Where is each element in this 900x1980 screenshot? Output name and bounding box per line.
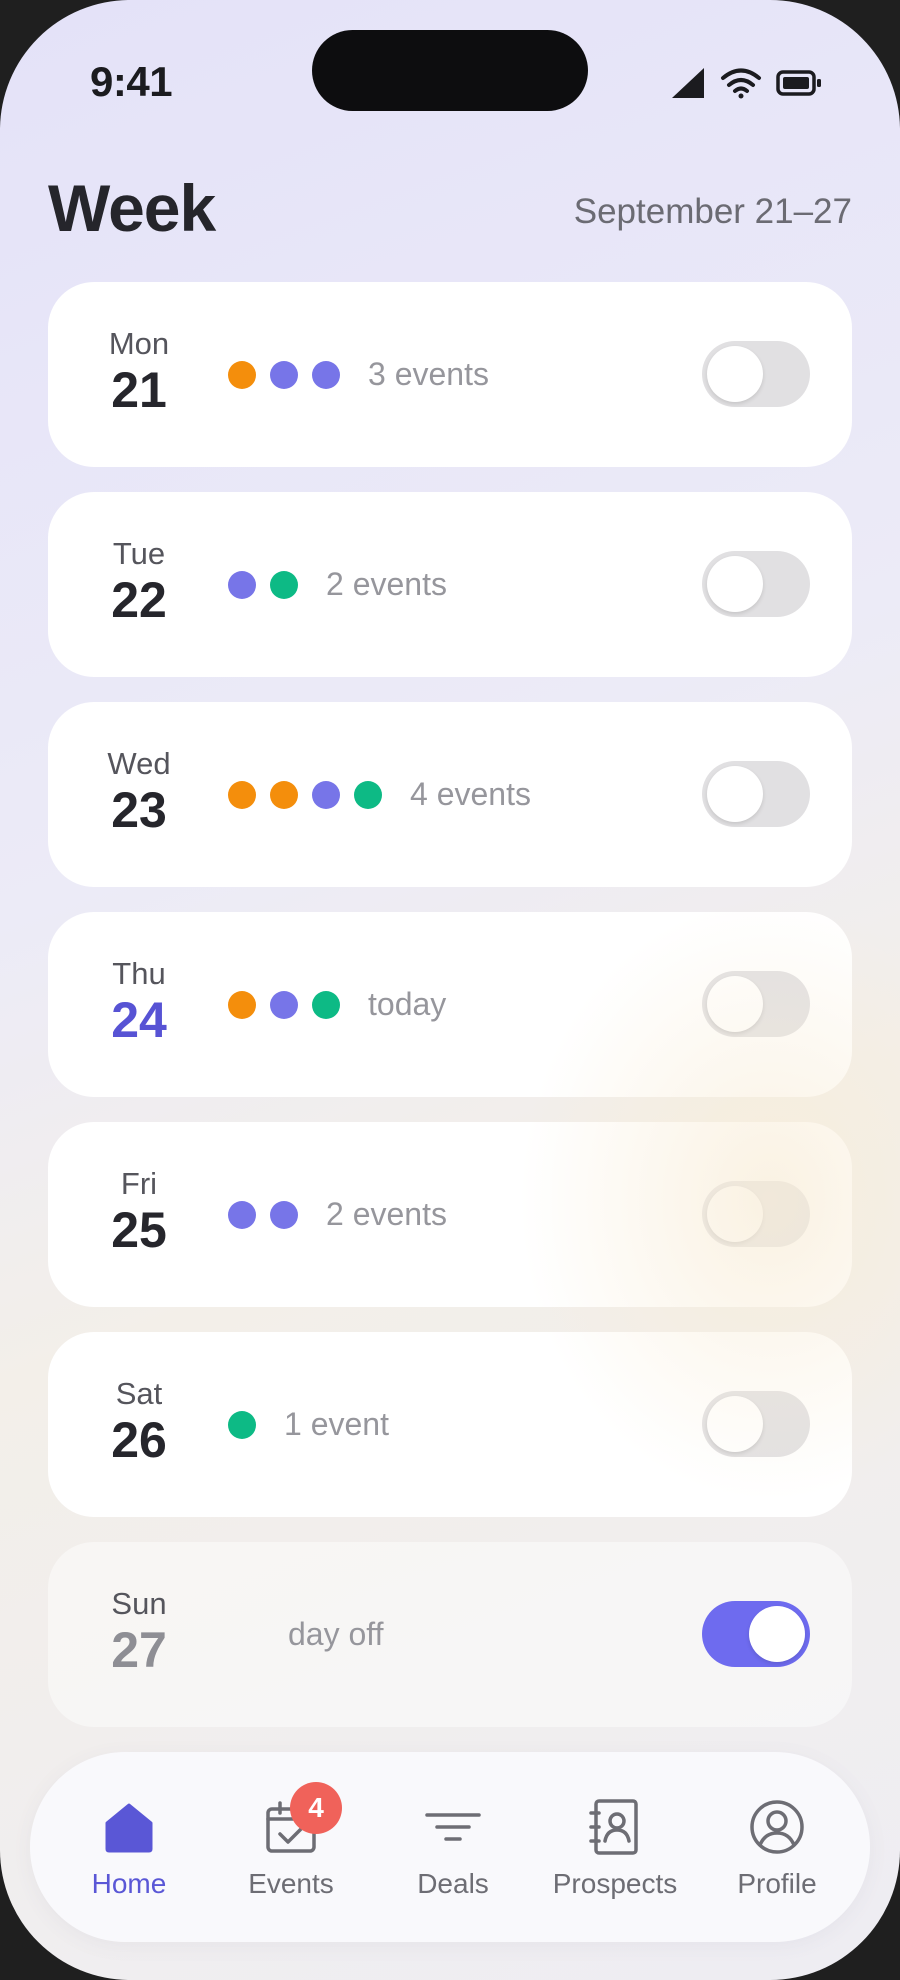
day-events: 2 events [228, 492, 447, 677]
status-bar: 9:41 [0, 0, 900, 150]
day-card-fri[interactable]: Fri 25 2 events [48, 1122, 852, 1307]
toggle-knob [707, 1396, 763, 1452]
day-name: Mon [108, 326, 170, 361]
event-summary: today [368, 986, 447, 1022]
event-summary: 1 event [284, 1406, 389, 1442]
event-dot-green [270, 570, 298, 599]
day-events: today [228, 912, 446, 1097]
event-dot-orange [228, 780, 256, 809]
day-card-wed[interactable]: Wed 23 4 events [48, 702, 852, 887]
tab-label: Profile [737, 1868, 817, 1899]
day-label: Sun 27 [88, 1586, 190, 1678]
event-dot-orange [228, 360, 256, 389]
page-title: Week [48, 171, 216, 245]
event-summary: day off [288, 1616, 384, 1652]
event-dot-purple [312, 360, 340, 389]
tab-deals[interactable]: Deals [372, 1752, 534, 1942]
event-dot-purple [270, 990, 298, 1019]
home-icon [99, 1797, 159, 1857]
day-events: 3 events [228, 282, 489, 467]
toggle-knob [707, 976, 763, 1032]
status-time: 9:41 [90, 58, 173, 105]
day-toggle[interactable] [702, 1601, 810, 1667]
contact-book-icon [585, 1797, 645, 1857]
event-dot-purple [270, 360, 298, 389]
day-toggle[interactable] [702, 551, 810, 617]
day-toggle[interactable] [702, 1181, 810, 1247]
tab-profile[interactable]: Profile [696, 1752, 858, 1942]
day-name: Sun [111, 1586, 167, 1621]
toggle-knob [707, 1186, 763, 1242]
tab-bar: Home Events 4 Deals Prospects Profile [30, 1752, 870, 1942]
day-card-thu[interactable]: Thu 24 today [48, 912, 852, 1097]
day-number: 25 [111, 1202, 167, 1258]
event-dot-orange [228, 990, 256, 1019]
day-toggle[interactable] [702, 341, 810, 407]
event-summary: 4 events [410, 776, 531, 812]
event-dot-purple [228, 570, 256, 599]
event-dot-green [354, 780, 382, 809]
page-header: Week September 21–27 [48, 170, 852, 270]
day-name: Fri [120, 1166, 158, 1201]
day-toggle[interactable] [702, 971, 810, 1037]
day-label: Sat 26 [88, 1376, 190, 1468]
toggle-knob [749, 1606, 805, 1662]
wifi-icon [720, 67, 762, 99]
event-dot-purple [228, 1200, 256, 1229]
day-list: Mon 21 3 events Tue 22 2 events Wed 23 4 events T… [48, 282, 852, 1752]
event-dot-orange [270, 780, 298, 809]
day-number: 27 [111, 1622, 167, 1678]
event-summary: 2 events [326, 1196, 447, 1232]
day-events: day off [228, 1542, 383, 1727]
dynamic-island [312, 30, 588, 111]
status-icons [670, 66, 822, 100]
day-number: 23 [111, 782, 167, 838]
day-label: Tue 22 [88, 536, 190, 628]
day-card-tue[interactable]: Tue 22 2 events [48, 492, 852, 677]
day-name: Tue [112, 536, 166, 571]
day-label: Thu 24 [88, 956, 190, 1048]
day-toggle[interactable] [702, 1391, 810, 1457]
day-events: 2 events [228, 1122, 447, 1307]
day-number: 24 [111, 992, 167, 1048]
battery-icon [776, 69, 822, 97]
day-label: Fri 25 [88, 1166, 190, 1258]
day-card-sun[interactable]: Sun 27 day off [48, 1542, 852, 1727]
date-range: September 21–27 [573, 192, 852, 231]
day-events: 1 event [228, 1332, 389, 1517]
day-name: Sat [115, 1376, 163, 1411]
toggle-knob [707, 346, 763, 402]
cellular-signal-icon [670, 66, 706, 100]
day-label: Mon 21 [88, 326, 190, 418]
profile-icon [747, 1797, 807, 1857]
day-card-sat[interactable]: Sat 26 1 event [48, 1332, 852, 1517]
tab-prospects[interactable]: Prospects [534, 1752, 696, 1942]
day-name: Thu [112, 956, 166, 991]
day-number: 26 [111, 1412, 167, 1468]
day-events: 4 events [228, 702, 531, 887]
phone-screen: 9:41 Week September 21–27 Mon 21 3 event… [0, 0, 900, 1980]
event-dot-green [228, 1410, 256, 1439]
toggle-knob [707, 766, 763, 822]
event-summary: 2 events [326, 566, 447, 602]
tab-home[interactable]: Home [48, 1752, 210, 1942]
event-dot-purple [312, 780, 340, 809]
filter-icon [423, 1797, 483, 1857]
event-dot-purple [270, 1200, 298, 1229]
day-number: 21 [111, 362, 167, 418]
day-toggle[interactable] [702, 761, 810, 827]
toggle-knob [707, 556, 763, 612]
event-summary: 3 events [368, 356, 489, 392]
tab-events[interactable]: Events [210, 1752, 372, 1942]
day-name: Wed [107, 746, 171, 781]
event-dot-green [312, 990, 340, 1019]
day-label: Wed 23 [88, 746, 190, 838]
notification-badge: 4 [290, 1782, 342, 1834]
day-card-mon[interactable]: Mon 21 3 events [48, 282, 852, 467]
day-number: 22 [111, 572, 167, 628]
